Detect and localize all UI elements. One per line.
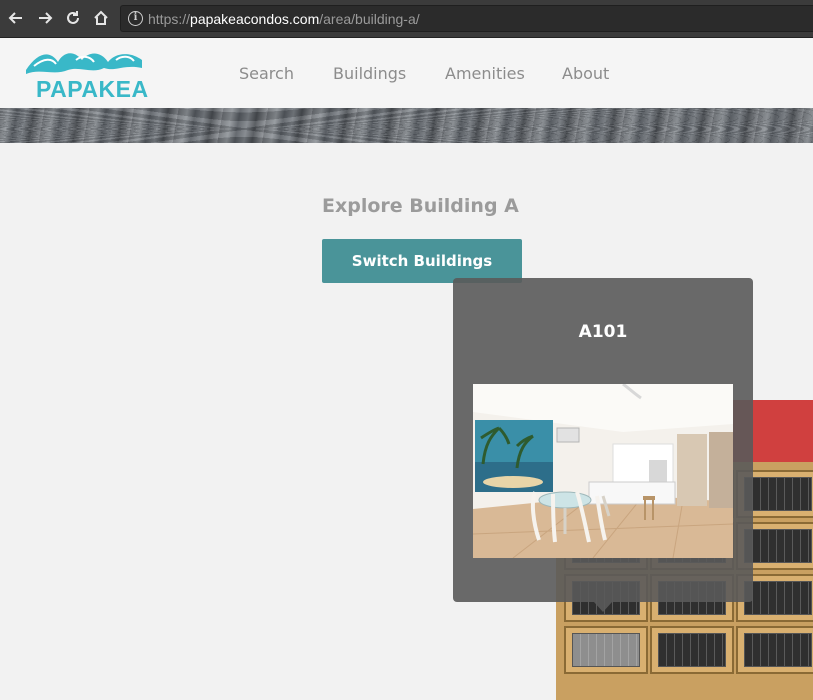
unit-title: A101 xyxy=(578,322,628,342)
unit-cell[interactable] xyxy=(736,626,813,674)
popup-pointer xyxy=(594,602,612,612)
url-path: /area/building-a/ xyxy=(319,11,420,27)
unit-window xyxy=(744,477,812,511)
url-text: https://papakeacondos.com/area/building-… xyxy=(148,11,420,27)
nav-amenities[interactable]: Amenities xyxy=(445,64,525,83)
url-domain: papakeacondos.com xyxy=(190,11,320,27)
unit-window xyxy=(658,633,726,667)
browser-toolbar: i https://papakeacondos.com/area/buildin… xyxy=(0,0,813,38)
page-title: Explore Building A xyxy=(322,195,519,217)
unit-window xyxy=(572,633,640,667)
unit-photo[interactable] xyxy=(473,384,733,558)
unit-popup: A101 xyxy=(453,278,753,602)
wave-logo-icon xyxy=(26,53,142,74)
unit-window xyxy=(744,633,812,667)
reload-icon[interactable] xyxy=(63,8,83,28)
nav-buildings[interactable]: Buildings xyxy=(333,64,406,83)
unit-window xyxy=(744,581,812,615)
papakea-logo[interactable]: PAPAKEA xyxy=(24,46,148,102)
hero-banner-image xyxy=(0,108,813,143)
address-bar[interactable]: i https://papakeacondos.com/area/buildin… xyxy=(120,5,813,32)
nav-about[interactable]: About xyxy=(562,64,609,83)
home-icon[interactable] xyxy=(91,8,111,28)
nav-search[interactable]: Search xyxy=(239,64,294,83)
url-prefix: https:// xyxy=(148,11,191,27)
unit-cell[interactable] xyxy=(650,626,734,674)
site-header: PAPAKEA Search Buildings Amenities About xyxy=(0,38,813,108)
unit-cell-selected[interactable] xyxy=(564,626,648,674)
info-icon[interactable]: i xyxy=(128,11,143,26)
switch-buildings-button[interactable]: Switch Buildings xyxy=(322,239,522,283)
back-arrow-icon[interactable] xyxy=(6,8,26,28)
forward-arrow-icon[interactable] xyxy=(35,8,55,28)
unit-window xyxy=(744,529,812,563)
logo-text: PAPAKEA xyxy=(36,76,149,102)
